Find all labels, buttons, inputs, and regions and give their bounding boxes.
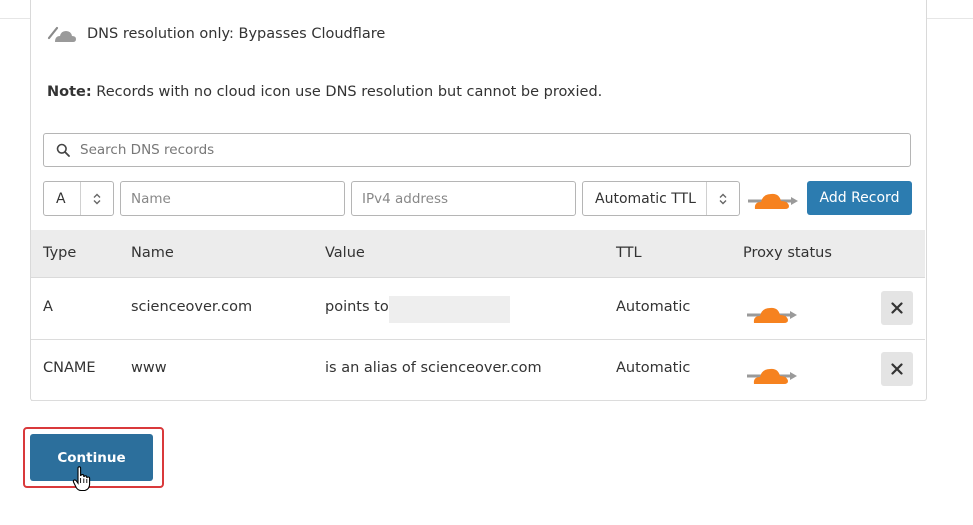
dns-only-legend: DNS resolution only: Bypasses Cloudflare [47,22,385,46]
add-record-button[interactable]: Add Record [807,181,912,215]
delete-record-button[interactable] [881,352,913,386]
proxy-toggle[interactable] [748,186,802,216]
column-header-name: Name [131,245,174,261]
search-box[interactable] [43,133,911,167]
ttl-value: Automatic TTL [595,190,696,207]
record-name: www [131,360,167,376]
search-input[interactable] [78,141,882,159]
proxy-status-toggle[interactable] [747,300,801,330]
search-icon [56,143,70,157]
orange-cloud-icon [747,368,797,384]
record-type-select[interactable]: A [43,181,114,216]
record-ttl: Automatic [616,360,691,376]
column-header-proxy-status: Proxy status [743,245,832,261]
name-input[interactable] [121,182,344,215]
column-header-value: Value [325,245,365,261]
table-row[interactable]: CNAME www is an alias of scienceover.com… [31,339,925,401]
column-header-ttl: TTL [616,245,642,261]
column-header-type: Type [43,245,77,261]
delete-record-button[interactable] [881,291,913,325]
record-ttl: Automatic [616,299,691,315]
record-value: is an alias of scienceover.com [325,360,542,376]
table-header: Type Name Value TTL Proxy status [31,230,925,278]
record-name: scienceover.com [131,299,253,315]
name-field-wrap[interactable] [120,181,345,216]
record-type-stepper[interactable] [80,182,113,215]
table-row[interactable]: A scienceover.com points to Automatic [31,278,925,340]
continue-highlight: Continue [23,427,164,488]
orange-cloud-icon [747,307,797,323]
note-body: Records with no cloud icon use DNS resol… [91,84,603,100]
note-label: Note: [47,84,92,100]
record-type-value: A [56,190,66,207]
ttl-stepper[interactable] [706,182,739,215]
close-icon [891,302,903,314]
ipv4-field-wrap[interactable] [351,181,576,216]
grey-cloud-icon [47,26,76,42]
up-down-arrows-icon [719,193,727,204]
record-type: CNAME [43,360,96,376]
record-value: points to [325,299,389,315]
proxy-status-toggle[interactable] [747,361,801,391]
ttl-select[interactable]: Automatic TTL [582,181,740,216]
up-down-arrows-icon [93,193,101,204]
ipv4-address-input[interactable] [352,182,575,215]
record-type: A [43,299,53,315]
hand-cursor-icon [72,466,91,492]
orange-cloud-icon [748,193,798,209]
dns-only-text: DNS resolution only: Bypasses Cloudflare [87,26,386,42]
note-text: Note: Records with no cloud icon use DNS… [47,84,602,100]
redacted-ip [389,296,510,323]
close-icon [891,363,903,375]
